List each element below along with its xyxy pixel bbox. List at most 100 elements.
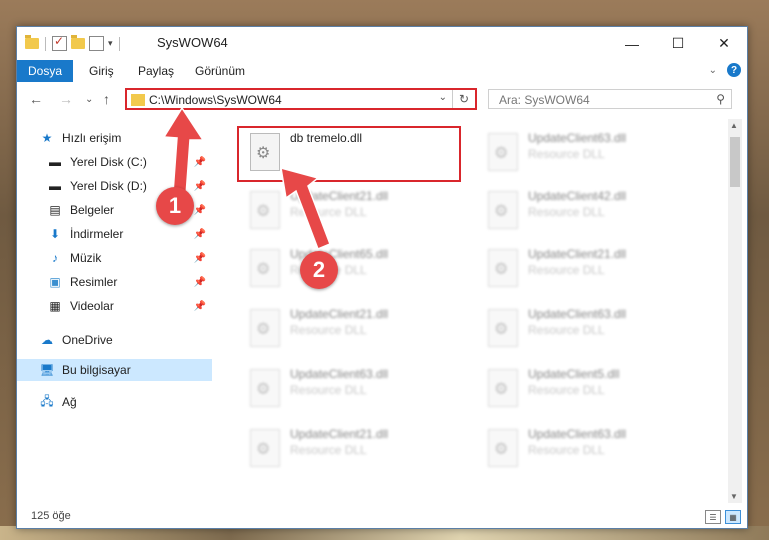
file-name: UpdateClient63.dll — [528, 131, 627, 145]
file-item[interactable]: UpdateClient63.dll Resource DLL — [478, 127, 706, 183]
refresh-icon[interactable]: ↻ — [452, 90, 475, 108]
sidebar-item-network[interactable]: 🖧 Ağ — [39, 391, 212, 413]
close-button[interactable]: ✕ — [701, 27, 747, 60]
expand-ribbon-icon[interactable]: ⌄ — [709, 65, 717, 76]
file-item[interactable]: UpdateClient21.dll Resource DLL — [240, 303, 468, 359]
search-icon[interactable]: ⚲ — [716, 92, 725, 106]
sidebar-item-videos[interactable]: ▦ Videolar 📌 — [47, 295, 212, 317]
up-icon[interactable]: ↑ — [103, 91, 110, 107]
sidebar-item-label: OneDrive — [62, 333, 113, 347]
file-name: UpdateClient21.dll — [528, 247, 627, 261]
file-item[interactable]: UpdateClient42.dll Resource DLL — [478, 185, 706, 241]
search-box[interactable]: Ara: SysWOW64 ⚲ — [488, 89, 732, 109]
step-badge-2: 2 — [300, 251, 338, 289]
forward-icon[interactable]: → — [59, 91, 73, 107]
customize-toolbar-icon[interactable] — [89, 36, 104, 51]
new-folder-icon[interactable] — [71, 35, 85, 49]
file-type: Resource DLL — [290, 323, 367, 337]
address-bar[interactable]: C:\Windows\SysWOW64 ⌄ ↻ — [125, 88, 477, 110]
file-highlight-box — [237, 126, 461, 182]
dll-file-icon — [488, 133, 518, 171]
download-icon: ⬇ — [49, 227, 61, 241]
dll-file-icon — [250, 429, 280, 467]
pin-icon[interactable]: 📌 — [194, 205, 206, 216]
window-controls: — ☐ ✕ — [609, 27, 747, 60]
tiles-view-icon[interactable]: ▦ — [725, 510, 741, 524]
file-item[interactable]: UpdateClient5.dll Resource DLL — [478, 363, 706, 419]
sidebar-item-onedrive[interactable]: ☁ OneDrive — [39, 329, 212, 351]
scroll-up-icon[interactable]: ▲ — [730, 121, 738, 130]
dll-file-icon — [488, 369, 518, 407]
navigation-bar: ← → ⌄ ↑ C:\Windows\SysWOW64 ⌄ ↻ Ara: Sys… — [17, 85, 747, 115]
scroll-down-icon[interactable]: ▼ — [730, 492, 738, 501]
properties-icon[interactable] — [52, 34, 67, 51]
step-badge-1: 1 — [156, 187, 194, 225]
maximize-button[interactable]: ☐ — [655, 27, 701, 60]
file-item[interactable]: UpdateClient21.dll Resource DLL — [240, 423, 468, 479]
sidebar-item-label: Resimler — [70, 275, 118, 289]
file-item[interactable]: UpdateClient21.dll Resource DLL — [240, 185, 468, 241]
separator — [118, 36, 120, 51]
sidebar-item-this-pc[interactable]: 🖥 Bu bilgisayar — [17, 359, 212, 381]
chevron-down-icon[interactable]: ▾ — [108, 38, 113, 49]
separator — [45, 36, 46, 51]
pin-icon[interactable]: 📌 — [194, 277, 206, 288]
sidebar-item-quick-access[interactable]: ★ Hızlı erişim — [39, 127, 234, 149]
vertical-scrollbar[interactable]: ▲ ▼ — [728, 119, 742, 503]
drive-icon: ▬ — [49, 155, 61, 169]
pictures-icon: ▣ — [49, 275, 61, 289]
file-type: Resource DLL — [290, 443, 367, 457]
sidebar-item-label: Bu bilgisayar — [62, 363, 131, 377]
file-item[interactable]: UpdateClient63.dll Resource DLL — [478, 423, 706, 479]
file-type: Resource DLL — [290, 383, 367, 397]
dll-file-icon — [488, 249, 518, 287]
pin-icon[interactable]: 📌 — [194, 253, 206, 264]
explorer-window: ▾ SysWOW64 — ☐ ✕ Dosya Giriş Paylaş Görü… — [16, 26, 748, 529]
back-icon[interactable]: ← — [29, 91, 43, 107]
sidebar-item-music[interactable]: ♪ Müzik 📌 — [47, 247, 212, 269]
pin-icon[interactable]: 📌 — [194, 157, 206, 168]
dll-file-icon — [250, 369, 280, 407]
tab-view[interactable]: Görünüm — [195, 60, 245, 82]
details-view-icon[interactable]: ☰ — [705, 510, 721, 524]
pin-icon[interactable]: 📌 — [194, 301, 206, 312]
quick-access-toolbar: ▾ — [25, 34, 122, 51]
chevron-down-icon[interactable]: ⌄ — [439, 92, 447, 103]
address-path: C:\Windows\SysWOW64 — [149, 93, 282, 107]
file-name: UpdateClient42.dll — [528, 189, 627, 203]
dll-file-icon — [250, 191, 280, 229]
ribbon-tabs: Dosya Giriş Paylaş Görünüm ⌄ ? — [17, 60, 747, 82]
scrollbar-thumb[interactable] — [730, 137, 740, 187]
folder-icon — [25, 35, 39, 49]
dll-file-icon — [250, 249, 280, 287]
network-icon: 🖧 — [40, 393, 54, 408]
sidebar-item-label: İndirmeler — [70, 227, 124, 241]
sidebar-item-downloads[interactable]: ⬇ İndirmeler 📌 — [47, 223, 212, 245]
dll-file-icon — [488, 309, 518, 347]
file-type: Resource DLL — [528, 263, 605, 277]
pin-icon[interactable]: 📌 — [194, 229, 206, 240]
minimize-button[interactable]: — — [609, 27, 655, 60]
tab-file[interactable]: Dosya — [17, 60, 73, 82]
recent-locations-icon[interactable]: ⌄ — [85, 94, 93, 105]
file-item[interactable]: UpdateClient65.dll Resource DLL — [240, 243, 468, 299]
file-item[interactable]: UpdateClient21.dll Resource DLL — [478, 243, 706, 299]
file-item[interactable]: UpdateClient63.dll Resource DLL — [478, 303, 706, 359]
star-icon: ★ — [41, 131, 53, 145]
sidebar-item-local-disk-c[interactable]: ▬ Yerel Disk (C:) 📌 — [47, 151, 212, 173]
folder-icon — [131, 94, 145, 106]
help-icon[interactable]: ? — [727, 63, 741, 77]
file-type: Resource DLL — [528, 147, 605, 161]
cloud-icon: ☁ — [41, 333, 53, 347]
file-item[interactable]: UpdateClient63.dll Resource DLL — [240, 363, 468, 419]
tab-share[interactable]: Paylaş — [138, 60, 174, 82]
pin-icon[interactable]: 📌 — [194, 181, 206, 192]
dll-file-icon — [250, 309, 280, 347]
window-title: SysWOW64 — [157, 35, 228, 50]
search-placeholder: Ara: SysWOW64 — [499, 93, 590, 107]
sidebar-item-pictures[interactable]: ▣ Resimler 📌 — [47, 271, 212, 293]
file-type: Resource DLL — [528, 323, 605, 337]
sidebar-item-label: Hızlı erişim — [62, 131, 122, 145]
tab-home[interactable]: Giriş — [89, 60, 114, 82]
title-bar: ▾ SysWOW64 — ☐ ✕ — [17, 27, 747, 60]
